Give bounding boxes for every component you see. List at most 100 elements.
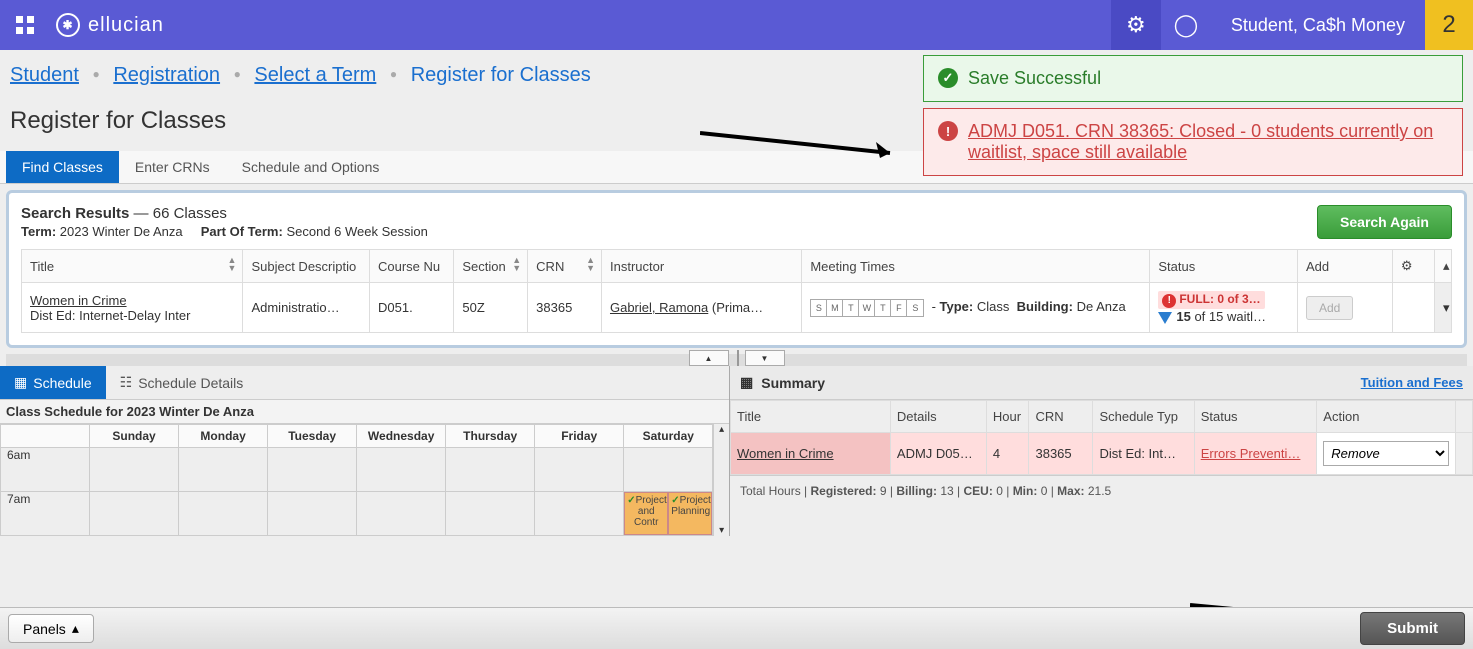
- cal-time-6am: 6am: [1, 448, 90, 492]
- notification-message: Save Successful: [968, 68, 1101, 89]
- sort-icon[interactable]: ▲▼: [586, 256, 595, 272]
- check-circle-icon: ✓: [938, 68, 958, 88]
- sum-col-title[interactable]: Title: [731, 401, 891, 433]
- sum-col-status[interactable]: Status: [1194, 401, 1317, 433]
- calendar-scrollbar[interactable]: ▴▾: [713, 424, 729, 536]
- notification-error[interactable]: ! ADMJ D051. CRN 38365: Closed - 0 stude…: [923, 108, 1463, 176]
- search-again-button[interactable]: Search Again: [1317, 205, 1452, 239]
- cal-time-7am: 7am: [1, 492, 90, 536]
- submit-button[interactable]: Submit: [1360, 612, 1465, 645]
- cal-day-sat: Saturday: [624, 425, 713, 448]
- results-scrollbar-up[interactable]: ▴: [1435, 250, 1452, 283]
- cal-day-tue: Tuesday: [268, 425, 357, 448]
- sort-icon[interactable]: ▲▼: [228, 256, 237, 272]
- splitter-down-button[interactable]: ▼: [745, 350, 785, 366]
- cal-day-thu: Thursday: [446, 425, 535, 448]
- col-instructor[interactable]: Instructor: [601, 250, 801, 283]
- check-icon: ✓: [671, 495, 679, 506]
- col-settings[interactable]: ⚙: [1392, 250, 1434, 283]
- apps-icon[interactable]: [0, 15, 50, 35]
- tuition-fees-link[interactable]: Tuition and Fees: [1361, 375, 1463, 390]
- user-avatar-button[interactable]: ◯: [1161, 0, 1211, 50]
- calendar-icon: ▦: [14, 374, 27, 391]
- sum-col-hours[interactable]: Hour: [986, 401, 1029, 433]
- col-course[interactable]: Course Nu: [370, 250, 454, 283]
- col-status[interactable]: Status: [1150, 250, 1298, 283]
- sum-col-details[interactable]: Details: [890, 401, 986, 433]
- col-title[interactable]: Title▲▼: [22, 250, 243, 283]
- add-button-disabled: Add: [1306, 296, 1353, 320]
- breadcrumb-link-select-term[interactable]: Select a Term: [254, 64, 376, 86]
- col-crn[interactable]: CRN▲▼: [528, 250, 602, 283]
- course-link[interactable]: Women in Crime: [737, 446, 834, 461]
- gear-icon: ⚙: [1126, 12, 1146, 38]
- sum-cell-hours: 4: [986, 433, 1029, 475]
- cell-crn: 38365: [528, 283, 602, 333]
- schedule-tab[interactable]: ▦Schedule: [0, 366, 106, 399]
- tab-enter-crns[interactable]: Enter CRNs: [119, 151, 226, 183]
- notification-message: ADMJ D051. CRN 38365: Closed - 0 student…: [968, 121, 1448, 163]
- calendar-event[interactable]: ✓Project Planning: [668, 492, 712, 535]
- chevron-up-icon: ▴: [72, 620, 79, 637]
- schedule-title: Class Schedule for 2023 Winter De Anza: [0, 400, 729, 424]
- cell-subject: Administratio…: [243, 283, 370, 333]
- breadcrumb-sep: ●: [93, 67, 100, 81]
- results-heading: Search Results: [21, 205, 129, 222]
- gear-icon: ⚙: [1401, 258, 1413, 273]
- panels-button[interactable]: Panels▴: [8, 614, 94, 643]
- user-name[interactable]: Student, Ca$h Money: [1211, 0, 1425, 50]
- course-title-link[interactable]: Women in Crime: [30, 293, 127, 308]
- breadcrumb-current: Register for Classes: [411, 64, 591, 86]
- col-add[interactable]: Add: [1297, 250, 1392, 283]
- status-full: !FULL: 0 of 3…: [1158, 291, 1264, 309]
- topbar-right: ⚙ ◯ Student, Ca$h Money 2: [1111, 0, 1473, 50]
- cell-section: 50Z: [454, 283, 528, 333]
- col-meeting-times[interactable]: Meeting Times: [802, 250, 1150, 283]
- sum-cell-action: Remove: [1317, 433, 1456, 475]
- search-results-panel: Search Results — 66 Classes Term: 2023 W…: [6, 190, 1467, 348]
- calendar-event[interactable]: ✓Project and Contr: [624, 492, 668, 535]
- results-header: Search Results — 66 Classes Term: 2023 W…: [21, 205, 1452, 239]
- breadcrumb-sep: ●: [390, 67, 397, 81]
- summary-table: Title Details Hour CRN Schedule Typ Stat…: [730, 400, 1473, 475]
- part-of-term-label: Part Of Term:: [201, 224, 283, 239]
- part-of-term-value: Second 6 Week Session: [286, 224, 427, 239]
- sum-col-action[interactable]: Action: [1317, 401, 1456, 433]
- col-subject[interactable]: Subject Descriptio: [243, 250, 370, 283]
- instructor-link[interactable]: Gabriel, Ramona: [610, 300, 708, 315]
- sum-col-schedule-type[interactable]: Schedule Typ: [1093, 401, 1194, 433]
- notification-count[interactable]: 2: [1425, 0, 1473, 50]
- notification-success[interactable]: ✓ Save Successful: [923, 55, 1463, 102]
- tab-schedule-options[interactable]: Schedule and Options: [226, 151, 396, 183]
- tab-find-classes[interactable]: Find Classes: [6, 151, 119, 183]
- breadcrumb-link-registration[interactable]: Registration: [113, 64, 220, 86]
- splitter-up-button[interactable]: ▲: [689, 350, 729, 366]
- col-section[interactable]: Section▲▼: [454, 250, 528, 283]
- cal-day-fri: Friday: [535, 425, 624, 448]
- results-header-text: Search Results — 66 Classes Term: 2023 W…: [21, 205, 428, 239]
- user-icon: ◯: [1174, 12, 1199, 38]
- sort-icon[interactable]: ▲▼: [512, 256, 521, 272]
- sum-scrollbar[interactable]: [1455, 401, 1472, 433]
- top-bar: ✱ ellucian ⚙ ◯ Student, Ca$h Money 2: [0, 0, 1473, 50]
- action-select[interactable]: Remove: [1323, 441, 1449, 466]
- sum-cell-details: ADMJ D05…: [890, 433, 986, 475]
- breadcrumb-link-student[interactable]: Student: [10, 64, 79, 86]
- sum-col-crn[interactable]: CRN: [1029, 401, 1093, 433]
- status-error-link[interactable]: Errors Preventi…: [1201, 446, 1301, 461]
- schedule-details-tab[interactable]: ☷Schedule Details: [106, 366, 258, 399]
- scroll-up-icon: ▴: [719, 424, 724, 435]
- waitlist-icon: [1158, 312, 1172, 324]
- settings-button[interactable]: ⚙: [1111, 0, 1161, 50]
- splitter: ▲ ▼: [6, 354, 1467, 366]
- results-scrollbar-down[interactable]: ▾: [1435, 283, 1452, 333]
- cell-title: Women in Crime Dist Ed: Internet-Delay I…: [22, 283, 243, 333]
- brand-text: ellucian: [88, 14, 164, 37]
- check-icon: ✓: [627, 495, 635, 506]
- summary-heading: Summary: [761, 375, 825, 391]
- results-count: — 66 Classes: [129, 205, 227, 222]
- notification-panel: ✓ Save Successful ! ADMJ D051. CRN 38365…: [923, 55, 1463, 182]
- term-label: Term:: [21, 224, 56, 239]
- schedule-panel: ▦Schedule ☷Schedule Details Class Schedu…: [0, 366, 730, 536]
- breadcrumb-sep: ●: [234, 67, 241, 81]
